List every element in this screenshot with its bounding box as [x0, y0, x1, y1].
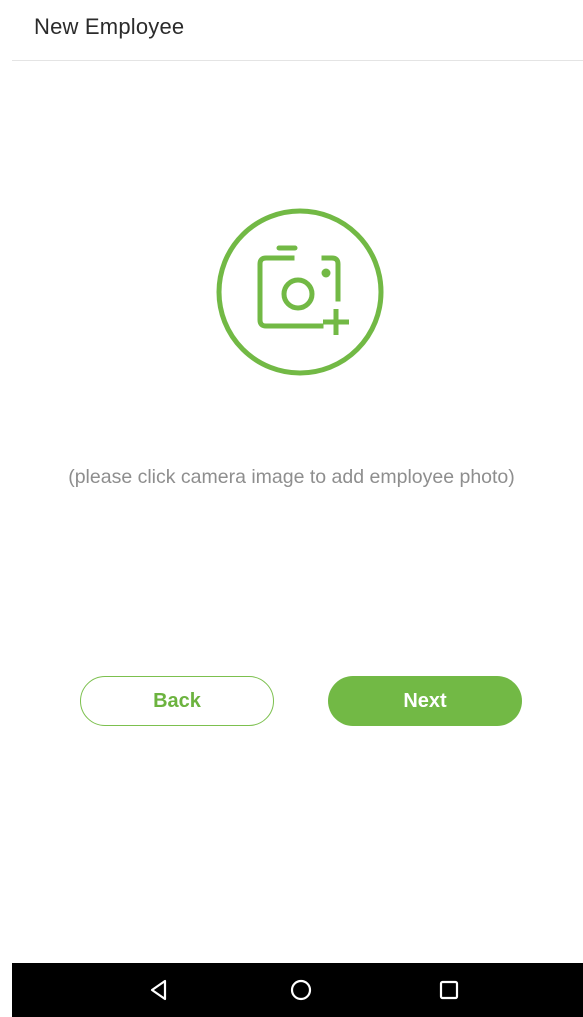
next-button[interactable]: Next: [328, 676, 522, 726]
square-recent-apps-icon: [439, 980, 459, 1000]
nav-back-button[interactable]: [144, 975, 174, 1005]
system-navigation-bar: [12, 963, 583, 1017]
header-divider: [12, 60, 583, 61]
back-button[interactable]: Back: [80, 676, 274, 726]
nav-recent-apps-button[interactable]: [434, 975, 464, 1005]
triangle-back-icon: [150, 979, 167, 1001]
add-photo-button[interactable]: [216, 208, 384, 376]
page-title: New Employee: [34, 14, 185, 39]
new-employee-screen: New Employee (please click camera image …: [0, 0, 583, 1017]
nav-home-button[interactable]: [286, 975, 316, 1005]
circle-home-icon: [290, 979, 312, 1001]
app-header: New Employee: [0, 0, 583, 60]
add-photo-hint: (please click camera image to add employ…: [68, 466, 515, 488]
camera-add-icon: [216, 208, 384, 376]
